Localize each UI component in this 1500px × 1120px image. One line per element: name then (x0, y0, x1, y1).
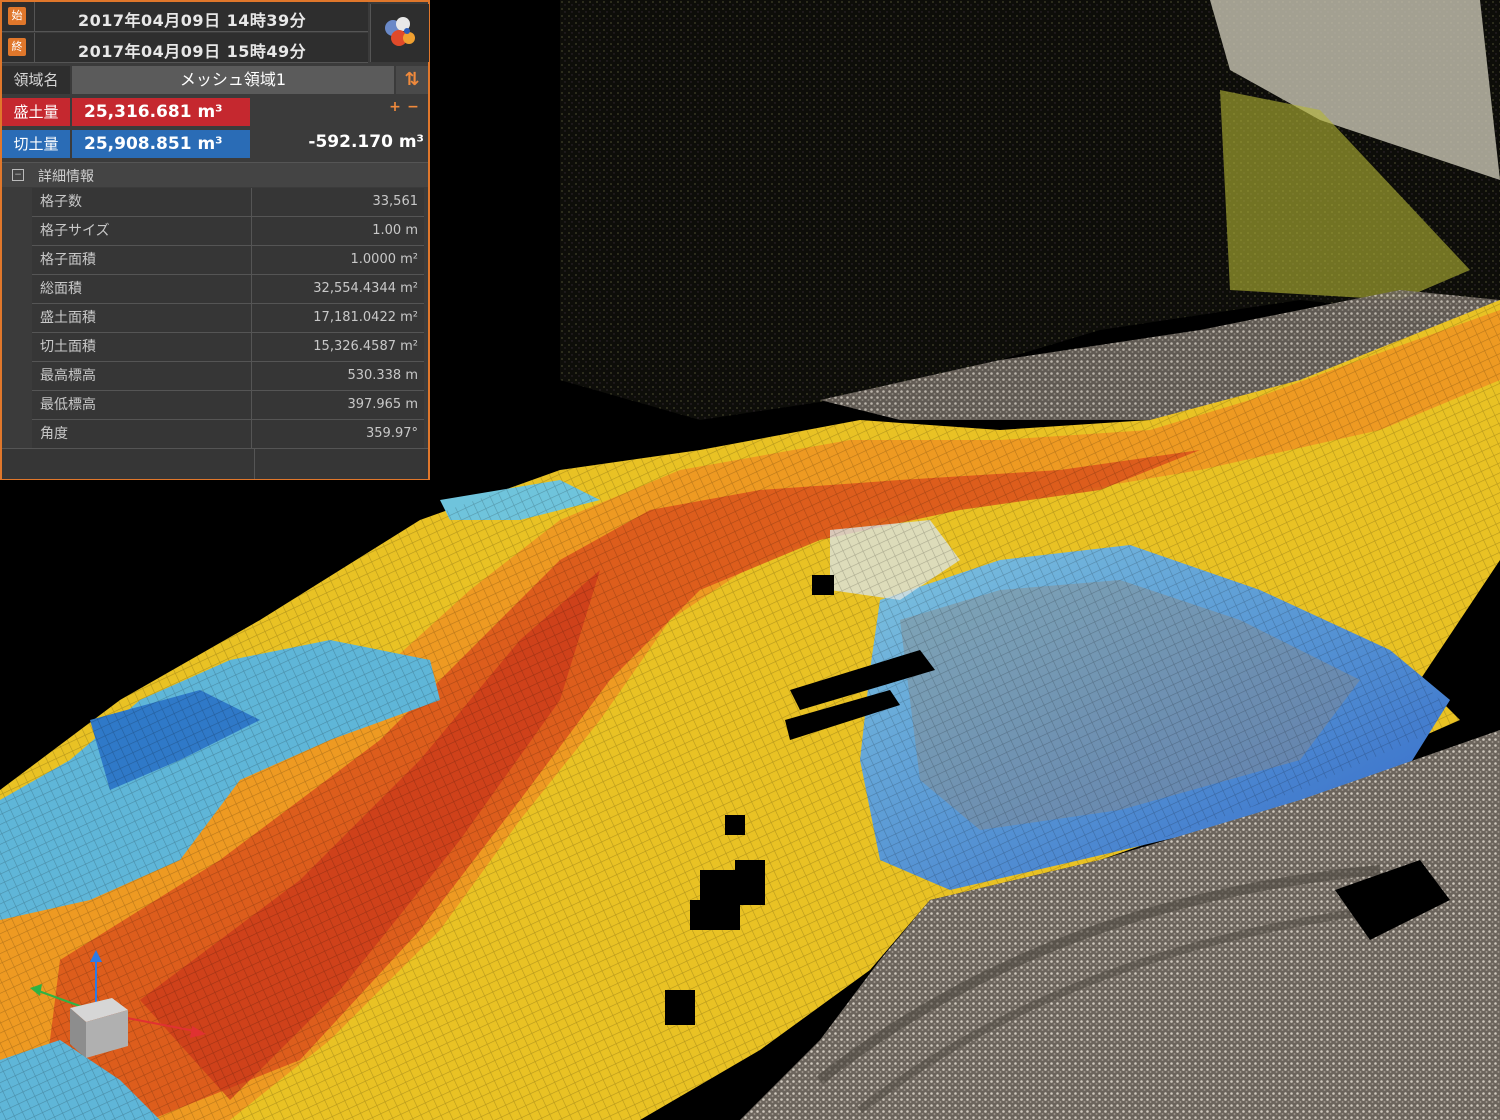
detail-value: 15,326.4587 m² (313, 339, 418, 354)
detail-key: 最高標高 (32, 362, 252, 390)
detail-value: 397.965 m (347, 397, 418, 412)
table-row: 盛土面積 17,181.0422 m² (32, 304, 424, 333)
volume-info-panel: 始 2017年04月09日 14時39分 終 2017年04月09日 15時49… (0, 0, 430, 480)
cut-volume-value: 25,908.851 m³ (72, 130, 250, 158)
plus-minus-controls: + − (386, 99, 428, 117)
start-icon: 始 (8, 7, 26, 25)
expand-icon[interactable]: − (12, 169, 24, 181)
detail-key: 格子サイズ (32, 217, 252, 245)
end-time-row: 終 2017年04月09日 15時49分 (2, 33, 368, 63)
detail-key: 切土面積 (32, 333, 252, 361)
sort-icon[interactable]: ⇅ (396, 66, 428, 94)
fill-volume-value: 25,316.681 m³ (72, 98, 250, 126)
detail-value: 33,561 (372, 194, 419, 209)
axis-cube-icon[interactable] (30, 950, 210, 1060)
minus-button[interactable]: − (404, 99, 422, 115)
end-icon: 終 (8, 38, 26, 56)
start-time-row: 始 2017年04月09日 14時39分 (2, 2, 368, 32)
table-row: 格子数 33,561 (32, 188, 424, 217)
region-label: 領域名 (2, 66, 70, 94)
detail-section-header[interactable]: − 詳細情報 (2, 162, 428, 187)
volume-difference: -592.170 m³ (308, 132, 424, 152)
end-datetime: 2017年04月09日 15時49分 (78, 42, 307, 61)
table-row: 切土面積 15,326.4587 m² (32, 333, 424, 362)
detail-value: 17,181.0422 m² (313, 310, 418, 325)
table-row: 格子サイズ 1.00 m (32, 217, 424, 246)
detail-key: 最低標高 (32, 391, 252, 419)
fill-volume-label: 盛土量 (2, 98, 70, 126)
table-row: 最低標高 397.965 m (32, 391, 424, 420)
table-row: 総面積 32,554.4344 m² (32, 275, 424, 304)
cut-volume-label: 切土量 (2, 130, 70, 158)
plus-button[interactable]: + (386, 99, 404, 115)
start-datetime: 2017年04月09日 14時39分 (78, 11, 307, 30)
detail-value: 1.00 m (372, 223, 418, 238)
detail-value: 32,554.4344 m² (313, 281, 418, 296)
detail-key: 盛土面積 (32, 304, 252, 332)
empty-row (2, 448, 428, 479)
detail-key: 総面積 (32, 275, 252, 303)
table-row: 最高標高 530.338 m (32, 362, 424, 391)
table-row: 角度 359.97° (32, 420, 424, 449)
region-name-row: 領域名 メッシュ領域1 ⇅ (2, 66, 428, 94)
detail-key: 格子面積 (32, 246, 252, 274)
detail-key: 格子数 (32, 188, 252, 216)
detail-key: 角度 (32, 420, 252, 448)
table-row: 格子面積 1.0000 m² (32, 246, 424, 275)
detail-value: 1.0000 m² (350, 252, 419, 267)
region-name-field[interactable]: メッシュ領域1 (72, 66, 394, 94)
detail-value: 359.97° (366, 426, 418, 441)
detail-value: 530.338 m (347, 368, 418, 383)
color-palette-icon[interactable] (370, 4, 429, 62)
detail-header-label: 詳細情報 (38, 169, 94, 185)
detail-table: 格子数 33,561 格子サイズ 1.00 m 格子面積 1.0000 m² 総面積 3… (32, 188, 424, 449)
